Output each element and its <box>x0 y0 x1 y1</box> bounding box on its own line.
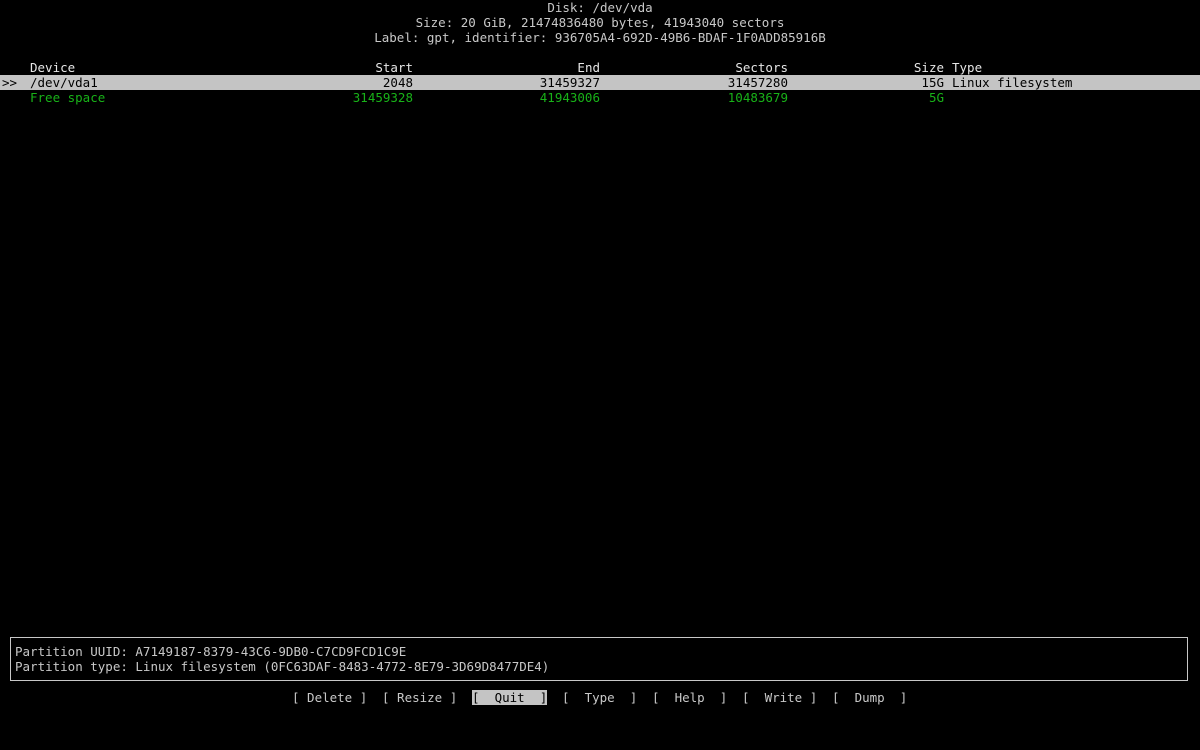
write-button[interactable]: [ Write ] <box>742 690 817 705</box>
column-header-sectors: Sectors <box>735 60 788 75</box>
resize-button[interactable]: [ Resize ] <box>382 690 457 705</box>
table-header: Device Start End Sectors Size Type <box>0 60 1200 75</box>
type-button[interactable]: [ Type ] <box>562 690 637 705</box>
partition-type-info: Partition type: Linux filesystem (0FC63D… <box>15 659 550 674</box>
free-space-size: 5G <box>928 90 944 105</box>
partition-start: 2048 <box>382 75 413 90</box>
partition-row-vda1[interactable]: >> /dev/vda1 2048 31459327 31457280 15G … <box>0 75 1200 90</box>
free-space-sectors: 10483679 <box>727 90 788 105</box>
delete-button[interactable]: [ Delete ] <box>292 690 367 705</box>
selection-marker: >> <box>2 75 18 90</box>
partition-type: Linux filesystem <box>952 75 1073 90</box>
partition-device: /dev/vda1 <box>30 75 98 90</box>
column-header-end: End <box>577 60 600 75</box>
column-header-start: Start <box>375 60 413 75</box>
partition-size: 15G <box>921 75 944 90</box>
partition-sectors: 31457280 <box>727 75 788 90</box>
partition-uuid: Partition UUID: A7149187-8379-43C6-9DB0-… <box>15 644 407 659</box>
disk-size-info: Size: 20 GiB, 21474836480 bytes, 4194304… <box>415 15 785 30</box>
free-space-device: Free space <box>30 90 106 105</box>
action-menu: [ Delete ] [ Resize ] [ Quit ] [ Type ] … <box>0 690 1200 705</box>
partition-end: 31459327 <box>539 75 600 90</box>
disk-label-info: Label: gpt, identifier: 936705A4-692D-49… <box>374 30 826 45</box>
column-header-device: Device <box>30 60 76 75</box>
dump-button[interactable]: [ Dump ] <box>832 690 907 705</box>
help-button[interactable]: [ Help ] <box>652 690 727 705</box>
column-header-type: Type <box>952 60 983 75</box>
free-space-end: 41943006 <box>539 90 600 105</box>
free-space-start: 31459328 <box>352 90 413 105</box>
free-space-row[interactable]: Free space 31459328 41943006 10483679 5G <box>0 90 1200 105</box>
quit-button[interactable]: [ Quit ] <box>472 690 548 705</box>
column-header-size: Size <box>913 60 944 75</box>
disk-title: Disk: /dev/vda <box>547 0 653 15</box>
partition-info-box: Partition UUID: A7149187-8379-43C6-9DB0-… <box>10 637 1188 681</box>
